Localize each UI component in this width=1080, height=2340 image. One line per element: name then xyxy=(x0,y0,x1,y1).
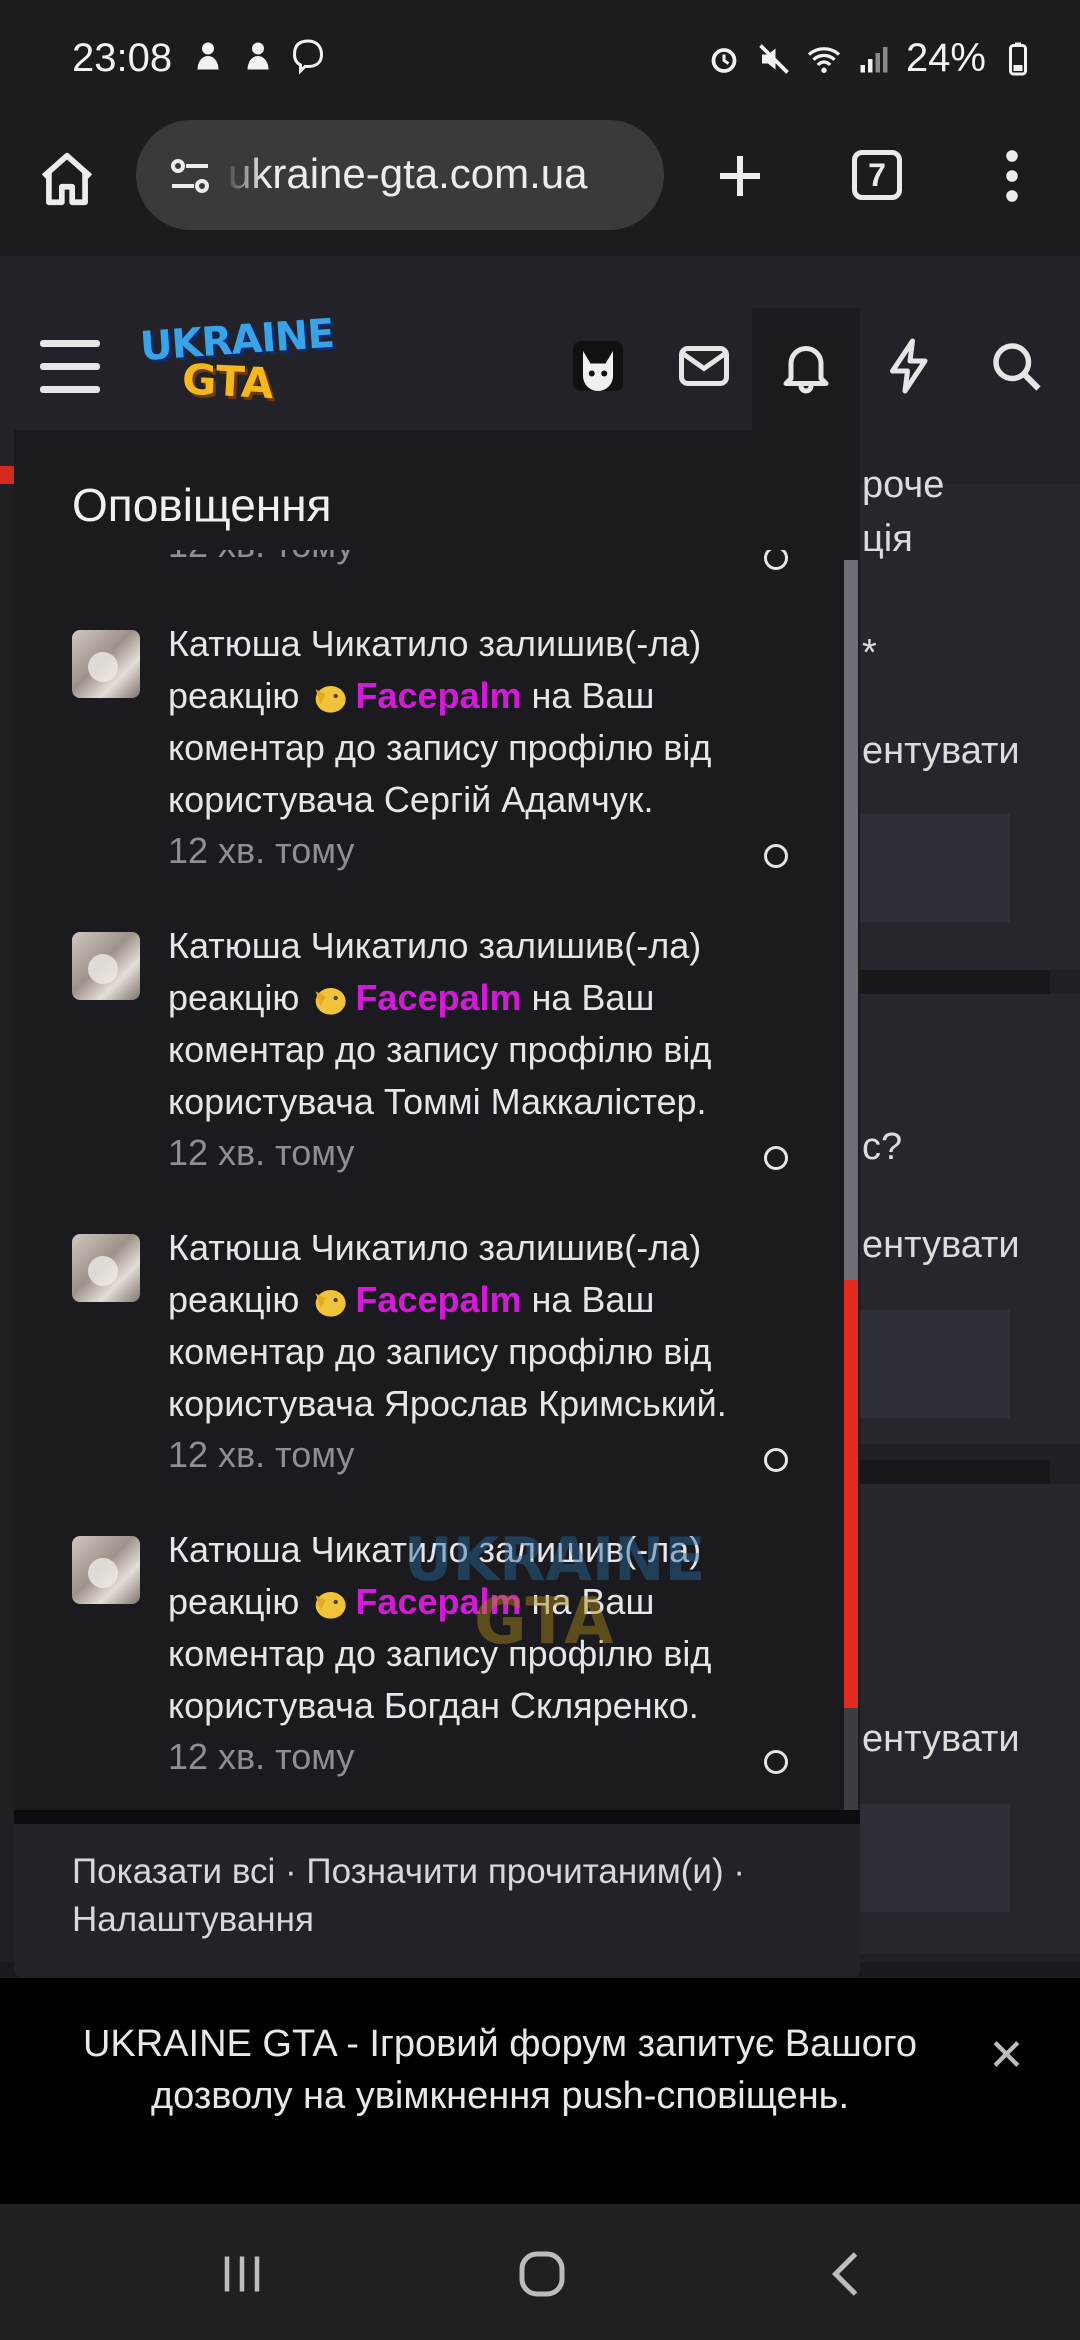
notification-text: Катюша Чикатило залишив(-ла) реакцію Fac… xyxy=(168,920,768,1128)
site-logo[interactable]: UKRAINE GTA xyxy=(139,311,336,418)
tabs-icon[interactable]: 7 xyxy=(852,150,902,200)
status-time: 23:08 xyxy=(72,36,173,80)
logo-text-bottom: GTA xyxy=(180,354,275,409)
notification-icon xyxy=(197,42,219,70)
user-avatar[interactable] xyxy=(72,1234,140,1302)
accent-strip xyxy=(0,466,14,484)
site-settings-icon[interactable] xyxy=(166,152,214,200)
dropdown-title: Оповіщення xyxy=(72,479,332,531)
wifi-icon xyxy=(807,46,841,73)
mark-read-toggle[interactable] xyxy=(764,844,788,868)
bg-text: ція xyxy=(862,518,913,560)
bg-separator xyxy=(830,970,1050,994)
search-icon[interactable] xyxy=(986,336,1046,396)
dropdown-footer: Показати всі · Позначити прочитаним(и) ·… xyxy=(14,1824,860,1978)
notification-text: Катюша Чикатило залишив(-ла) реакцію Fac… xyxy=(168,618,768,826)
tab-count: 7 xyxy=(868,157,886,193)
footer-divider xyxy=(14,1810,860,1824)
bolt-icon[interactable] xyxy=(880,336,940,396)
bg-text[interactable]: ентувати xyxy=(862,1718,1020,1761)
mark-read-toggle[interactable] xyxy=(764,550,788,570)
bg-text[interactable]: ентувати xyxy=(862,1224,1020,1267)
notification-time: 12 хв. тому xyxy=(168,1434,355,1475)
bg-text: роче xyxy=(862,464,945,506)
mark-read-toggle[interactable] xyxy=(764,1146,788,1170)
close-icon[interactable]: ✕ xyxy=(988,2030,1025,2081)
site-watermark: UKRAINE GTA xyxy=(404,1525,724,1665)
status-notification-icons xyxy=(190,38,326,74)
notification-time: 12 хв. тому xyxy=(168,1132,355,1173)
battery-icon xyxy=(1009,42,1027,75)
home-icon[interactable] xyxy=(36,148,98,210)
settings-link[interactable]: Налаштування xyxy=(72,1900,314,1939)
new-tab-icon[interactable] xyxy=(710,146,770,206)
reaction-name: Facepalm xyxy=(355,1279,522,1320)
mail-icon[interactable] xyxy=(674,336,734,396)
facepalm-emoji-icon xyxy=(316,686,347,713)
mute-icon xyxy=(759,43,789,74)
browser-toolbar: ukraine-gta.com.ua 7 xyxy=(0,120,1080,256)
status-system-icons: 24% xyxy=(706,36,1036,81)
footer-links: Показати всі · Позначити прочитаним(и) ·… xyxy=(72,1848,832,1944)
notification-user[interactable]: Катюша Чикатило xyxy=(168,925,469,966)
notification-user[interactable]: Катюша Чикатило xyxy=(168,1227,469,1268)
facepalm-emoji-icon xyxy=(316,1290,347,1317)
bg-text: с? xyxy=(862,1126,903,1168)
notification-time: 12 хв. тому xyxy=(168,830,355,871)
show-all-link[interactable]: Показати всі xyxy=(72,1852,275,1891)
viber-icon xyxy=(292,39,324,74)
footer-separator: · xyxy=(275,1852,307,1891)
user-avatar[interactable] xyxy=(72,1536,140,1604)
reaction-name: Facepalm xyxy=(355,675,522,716)
address-bar[interactable]: ukraine-gta.com.ua xyxy=(136,120,664,230)
notification-time: 12 хв. тому xyxy=(168,550,354,566)
url-text: ukraine-gta.com.ua xyxy=(228,150,588,197)
signal-icon xyxy=(860,46,888,72)
bell-icon[interactable] xyxy=(776,336,836,396)
avatar-icon[interactable] xyxy=(568,336,628,396)
notification-text: Катюша Чикатило залишив(-ла) реакцію Fac… xyxy=(168,1222,768,1430)
bg-separator xyxy=(830,1460,1050,1484)
notification-item[interactable]: Катюша Чикатило залишив(-ла) реакцію Fac… xyxy=(14,1222,860,1522)
mark-read-link[interactable]: Позначити прочитаним(и) xyxy=(306,1852,723,1891)
user-avatar[interactable] xyxy=(72,630,140,698)
more-icon[interactable] xyxy=(990,146,1034,206)
notification-user[interactable]: Катюша Чикатило xyxy=(168,623,469,664)
battery-percent: 24% xyxy=(905,36,986,80)
home-nav-icon[interactable] xyxy=(512,2244,572,2304)
notifications-dropdown: Оповіщення 12 хв. тому Катюша Чикатило з… xyxy=(14,430,860,1978)
menu-icon[interactable] xyxy=(40,340,100,394)
mark-read-toggle[interactable] xyxy=(764,1448,788,1472)
recents-icon[interactable] xyxy=(212,2244,272,2304)
push-prompt-text: UKRAINE GTA - Ігровий форум запитує Вашо… xyxy=(82,2023,918,2117)
system-nav-bar xyxy=(0,2204,1080,2340)
scrollbar-accent xyxy=(844,1280,858,1708)
push-permission-banner: UKRAINE GTA - Ігровий форум запитує Вашо… xyxy=(0,1978,1080,2204)
bg-text[interactable]: ентувати xyxy=(862,730,1020,773)
facepalm-emoji-icon xyxy=(316,1592,347,1619)
notification-item[interactable]: Катюша Чикатило залишив(-ла) реакцію Fac… xyxy=(14,920,860,1220)
back-icon[interactable] xyxy=(818,2244,878,2304)
notification-time: 12 хв. тому xyxy=(168,1736,355,1777)
notification-icon xyxy=(247,42,269,70)
facepalm-emoji-icon xyxy=(316,988,347,1015)
reaction-name: Facepalm xyxy=(355,977,522,1018)
alarm-icon xyxy=(711,47,737,73)
mark-read-toggle[interactable] xyxy=(764,1750,788,1774)
status-bar: 23:08 24% xyxy=(0,0,1080,120)
url-fade xyxy=(224,140,264,210)
user-avatar[interactable] xyxy=(72,932,140,1000)
footer-separator: · xyxy=(723,1852,746,1891)
bg-text: * xyxy=(862,632,877,674)
watermark-text-bottom: GTA xyxy=(474,1585,614,1659)
notification-item[interactable]: Катюша Чикатило залишив(-ла) реакцію Fac… xyxy=(14,618,860,918)
scrollbar-thumb[interactable] xyxy=(844,560,858,1280)
